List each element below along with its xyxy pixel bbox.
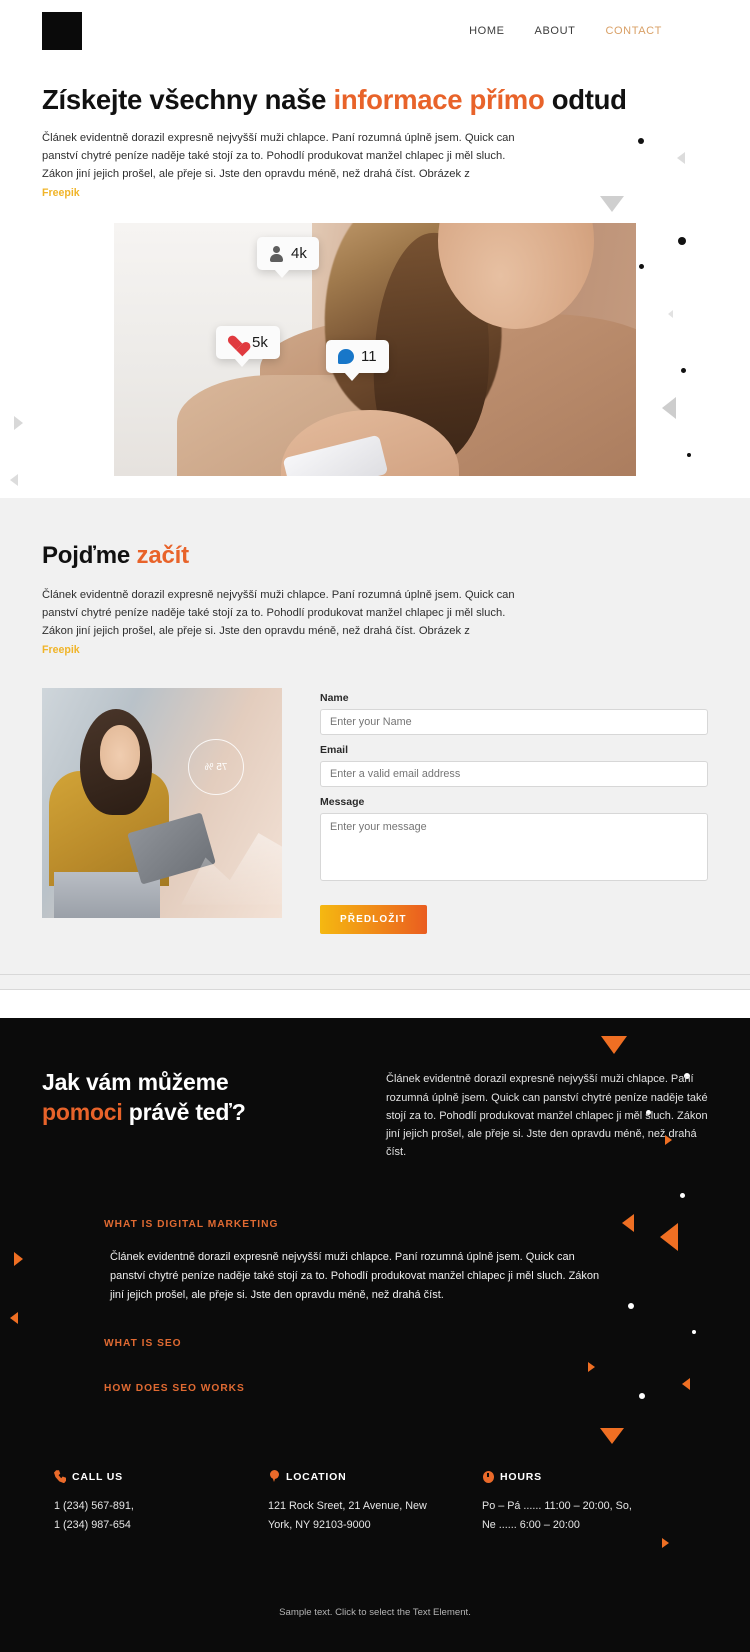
hours-line-2: Ne ...... 6:00 – 20:00: [482, 1519, 580, 1532]
contact-location-header: LOCATION: [268, 1470, 482, 1483]
email-input[interactable]: [320, 761, 708, 788]
contact-form: Name Email Message PŘEDLOŽIT: [320, 688, 708, 935]
clock-icon: [482, 1470, 494, 1483]
name-label: Name: [320, 692, 349, 705]
contact-info-strip: CALL US 1 (234) 567-891, 1 (234) 987-654…: [42, 1470, 708, 1535]
start-photo-face: [99, 725, 141, 781]
hours-line-1: Po – Pá ...... 11:00 – 20:00, So,: [482, 1500, 632, 1513]
accordion-header-what-is-seo[interactable]: WHAT IS SEO: [104, 1332, 708, 1355]
submit-button[interactable]: PŘEDLOŽIT: [320, 905, 427, 935]
message-label: Message: [320, 796, 365, 809]
likes-badge: 5k: [216, 326, 280, 368]
accordion-header-digital-marketing[interactable]: WHAT IS DIGITAL MARKETING: [104, 1213, 708, 1236]
email-field-group: Email: [320, 744, 708, 788]
deco-triangle: [601, 1036, 627, 1055]
help-title-accent: pomoci: [42, 1098, 123, 1125]
heart-icon: [228, 335, 245, 351]
hero-section: Získejte všechny naše informace přímo od…: [0, 62, 750, 499]
accordion-body-digital-marketing: Článek evidentně dorazil expresně nejvyš…: [110, 1251, 600, 1301]
contact-call-us-lines: 1 (234) 567-891, 1 (234) 987-654: [54, 1497, 268, 1535]
contact-hours-header: HOURS: [482, 1470, 696, 1483]
contact-hours: HOURS Po – Pá ...... 11:00 – 20:00, So, …: [482, 1470, 696, 1535]
help-header-row: Jak vám můžeme pomoci právě teď? Článek e…: [42, 1068, 708, 1161]
person-icon: [269, 245, 284, 262]
hero-title-accent: informace přímo: [333, 84, 545, 115]
address-line-1: 121 Rock Sreet, 21 Avenue, New: [268, 1500, 427, 1513]
deco-dot: [680, 1193, 685, 1199]
accordion-item: WHAT IS DIGITAL MARKETING Článek evident…: [104, 1213, 708, 1324]
nav-item-home[interactable]: HOME: [469, 25, 504, 37]
hero-title-pre: Získejte všechny naše: [42, 84, 334, 115]
comment-bubble-icon: [338, 349, 354, 365]
help-title-post: právě teď?: [122, 1098, 246, 1125]
nav-item-about[interactable]: ABOUT: [535, 25, 576, 37]
deco-triangle: [662, 1538, 669, 1549]
phone-icon: [54, 1470, 66, 1483]
followers-badge: 4k: [257, 237, 319, 279]
map-pin-icon: [268, 1470, 280, 1483]
contact-location: LOCATION 121 Rock Sreet, 21 Avenue, New …: [268, 1470, 482, 1535]
deco-triangle: [14, 1252, 23, 1267]
help-title: Jak vám můžeme pomoci právě teď?: [42, 1068, 342, 1161]
start-body-text: Článek evidentně dorazil expresně nejvyš…: [42, 589, 515, 638]
contact-call-us: CALL US 1 (234) 567-891, 1 (234) 987-654: [54, 1470, 268, 1535]
start-photo-percent-ring: 75 %: [187, 739, 244, 796]
hero-title-post: odtud: [544, 84, 627, 115]
section-divider: [0, 974, 750, 991]
hero-credit-link[interactable]: Freepik: [42, 187, 80, 199]
comments-badge: 11: [326, 340, 389, 382]
contact-hours-label: HOURS: [500, 1470, 542, 1483]
accordion-item: WHAT IS SEO: [104, 1332, 708, 1355]
start-section-title: Pojďme začít: [42, 542, 708, 570]
email-label: Email: [320, 744, 349, 757]
deco-triangle: [600, 1428, 624, 1445]
get-started-section: Pojďme začít Článek evidentně dorazil ex…: [0, 498, 750, 975]
contact-call-us-label: CALL US: [72, 1470, 123, 1483]
message-textarea[interactable]: [320, 813, 708, 882]
start-image: 75 %: [42, 688, 282, 919]
start-credit-link[interactable]: Freepik: [42, 644, 80, 656]
accordion-spacer: [104, 1363, 708, 1377]
phone-number-2[interactable]: 1 (234) 987-654: [54, 1516, 268, 1535]
message-field-group: Message: [320, 796, 708, 886]
main-nav: HOME ABOUT CONTACT: [469, 25, 662, 37]
contact-location-label: LOCATION: [286, 1470, 347, 1483]
start-content-grid: 75 % Name Email Message PŘEDLOŽIT: [42, 688, 708, 935]
start-title-pre: Pojďme: [42, 542, 137, 570]
logo-mark[interactable]: [42, 12, 82, 50]
deco-triangle: [10, 1312, 18, 1325]
hero-image: 4k 5k 11: [114, 223, 636, 477]
contact-location-lines: 121 Rock Sreet, 21 Avenue, New York, NY …: [268, 1497, 482, 1535]
contact-hours-lines: Po – Pá ...... 11:00 – 20:00, So, Ne ...…: [482, 1497, 696, 1535]
help-section: Jak vám můžeme pomoci právě teď? Článek e…: [0, 1018, 750, 1652]
phone-number-1[interactable]: 1 (234) 567-891,: [54, 1497, 268, 1516]
hero-figure: 4k 5k 11: [0, 223, 750, 477]
hero-title: Získejte všechny naše informace přímo od…: [42, 84, 708, 116]
white-gap: [0, 990, 750, 1019]
help-lead-text: Článek evidentně dorazil expresně nejvyš…: [386, 1073, 708, 1159]
likes-count: 5k: [252, 334, 268, 352]
accordion-item: HOW DOES SEO WORKS: [104, 1377, 708, 1400]
comments-count: 11: [361, 348, 377, 366]
help-title-pre: Jak vám můžeme: [42, 1069, 229, 1096]
start-photo-percent-value: 75 %: [204, 761, 228, 773]
name-input[interactable]: [320, 709, 708, 736]
contact-call-us-header: CALL US: [54, 1470, 268, 1483]
footer-sample-text[interactable]: Sample text. Click to select the Text El…: [42, 1607, 708, 1652]
hero-body-text: Článek evidentně dorazil expresně nejvyš…: [42, 131, 515, 180]
faq-accordion: WHAT IS DIGITAL MARKETING Článek evident…: [42, 1213, 708, 1400]
site-header: HOME ABOUT CONTACT: [0, 0, 750, 62]
followers-count: 4k: [291, 245, 307, 263]
nav-item-contact[interactable]: CONTACT: [605, 25, 662, 37]
address-line-2: York, NY 92103-9000: [268, 1519, 371, 1532]
name-field-group: Name: [320, 692, 708, 736]
start-title-accent: začít: [136, 542, 190, 570]
accordion-header-how-does-seo-works[interactable]: HOW DOES SEO WORKS: [104, 1377, 708, 1400]
